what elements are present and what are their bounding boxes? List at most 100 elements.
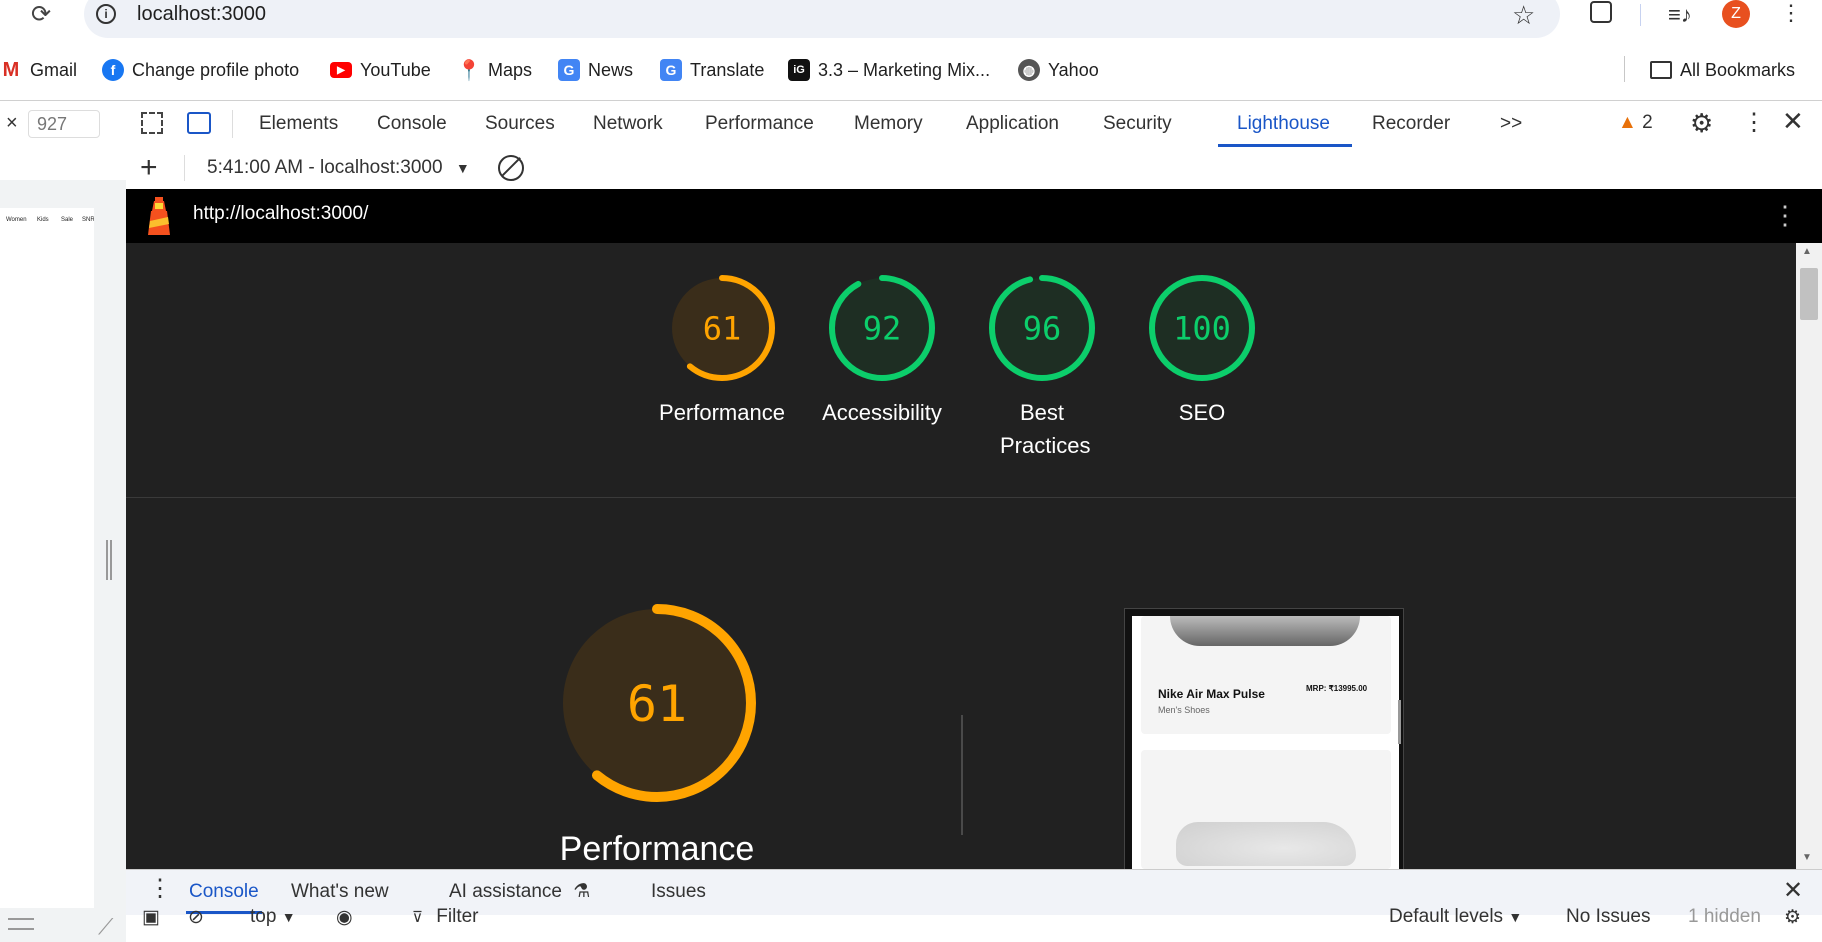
gauge-accessibility-score: 92: [863, 310, 902, 348]
bookmark-label: Gmail: [30, 59, 78, 80]
close-devtools-icon[interactable]: ✕: [1782, 106, 1804, 137]
preview-nav-link: Sale: [61, 217, 74, 223]
log-levels-selector[interactable]: Default levels ▼: [1389, 906, 1522, 928]
lighthouse-logo-icon: [148, 197, 170, 235]
gauge-accessibility[interactable]: 92: [829, 275, 935, 381]
bookmark-facebook[interactable]: f Change profile photo: [102, 52, 299, 88]
warning-icon: ▲: [1618, 112, 1637, 133]
tab-performance[interactable]: Performance: [705, 101, 814, 147]
bookmark-youtube[interactable]: ▶ YouTube: [330, 52, 431, 88]
bookmark-label: Maps: [488, 59, 533, 80]
drawer-menu-icon[interactable]: ⋮: [148, 874, 172, 903]
address-url[interactable]: localhost:3000: [137, 3, 266, 26]
extensions-icon[interactable]: [1590, 1, 1612, 23]
report-header: [126, 189, 1822, 243]
maps-pin-icon: 📍: [456, 59, 482, 82]
close-icon[interactable]: ×: [6, 112, 18, 135]
scrollbar-thumb[interactable]: [1800, 268, 1818, 320]
live-expression-icon[interactable]: ◉: [336, 906, 353, 929]
bookmark-label: News: [588, 59, 634, 80]
tab-elements[interactable]: Elements: [259, 101, 338, 147]
tab-security[interactable]: Security: [1103, 101, 1172, 147]
avatar[interactable]: Z: [1722, 0, 1750, 28]
resize-corner-icon[interactable]: ⟋: [98, 914, 113, 940]
product-price: MRP: ₹13995.00: [1306, 684, 1368, 693]
all-bookmarks-button[interactable]: All Bookmarks: [1650, 52, 1795, 88]
tab-recorder[interactable]: Recorder: [1372, 101, 1450, 147]
gauge-seo[interactable]: 100: [1149, 275, 1255, 381]
shoe-image: [1170, 616, 1360, 646]
gmail-icon: M: [2, 58, 20, 81]
device-toolbar-icon[interactable]: [187, 112, 211, 134]
devtools-menu-icon[interactable]: ⋮: [1742, 108, 1766, 137]
toolbar-divider: [184, 155, 185, 181]
section-divider: [126, 497, 1796, 498]
scroll-down-icon[interactable]: ▼: [1802, 852, 1812, 863]
report-selector[interactable]: 5:41:00 AM - localhost:3000 ▼: [207, 157, 470, 179]
folder-icon: [1650, 61, 1672, 79]
product-category: Men's Shoes: [1158, 705, 1210, 715]
bookmark-label: Translate: [690, 59, 765, 80]
gauge-performance[interactable]: 61: [669, 275, 775, 381]
big-gauge-performance[interactable]: 61: [558, 604, 756, 802]
bookmark-marketing-mix[interactable]: iG 3.3 – Marketing Mix...: [788, 52, 990, 88]
flask-icon: ⚗: [573, 881, 591, 902]
media-control-icon[interactable]: ≡♪: [1668, 2, 1692, 28]
console-settings-icon[interactable]: ⚙: [1784, 906, 1801, 929]
big-gauge-label: Performance: [559, 830, 755, 868]
bookmark-news[interactable]: G News: [558, 52, 633, 88]
translate-icon: G: [660, 59, 682, 81]
bookmarks-divider: [1624, 56, 1625, 82]
gauge-best-practices[interactable]: 96: [989, 275, 1095, 381]
bookmark-yahoo[interactable]: ◍ Yahoo: [1018, 52, 1099, 88]
issues-counter[interactable]: No Issues: [1566, 906, 1650, 928]
resize-handle[interactable]: [106, 540, 112, 580]
tab-application[interactable]: Application: [966, 101, 1059, 147]
device-toolbar: [0, 180, 126, 208]
bookmark-translate[interactable]: G Translate: [660, 52, 764, 88]
inspect-element-icon[interactable]: [141, 112, 163, 134]
filter-input[interactable]: ⊽ Filter: [412, 906, 479, 928]
tab-network[interactable]: Network: [593, 101, 663, 147]
site-info-icon[interactable]: i: [96, 4, 116, 24]
new-report-icon[interactable]: +: [140, 150, 158, 186]
reload-icon[interactable]: ⟳: [28, 2, 54, 28]
address-bar[interactable]: [84, 0, 1560, 38]
tab-console[interactable]: Console: [377, 101, 447, 147]
bookmark-gmail[interactable]: M Gmail: [0, 52, 77, 88]
context-selector[interactable]: top ▼: [250, 906, 296, 928]
all-bookmarks-label: All Bookmarks: [1680, 59, 1796, 80]
browser-menu-icon[interactable]: ⋮: [1780, 0, 1802, 26]
report-url[interactable]: http://localhost:3000/: [193, 203, 368, 225]
tab-sources[interactable]: Sources: [485, 101, 555, 147]
tab-memory[interactable]: Memory: [854, 101, 923, 147]
bookmark-label: Change profile photo: [132, 59, 300, 80]
more-tabs-button[interactable]: >>: [1500, 101, 1522, 147]
filter-icon: ⊽: [412, 909, 423, 926]
settings-gear-icon[interactable]: ⚙: [1690, 108, 1713, 139]
warnings-badge[interactable]: ▲ 2: [1618, 112, 1653, 134]
device-width-input[interactable]: 927: [28, 110, 100, 138]
news-icon: G: [558, 59, 580, 81]
drawer-tab-issues[interactable]: Issues: [651, 869, 706, 915]
page-preview: [0, 208, 94, 908]
close-drawer-icon[interactable]: ✕: [1783, 876, 1803, 905]
ig-icon: iG: [788, 59, 810, 81]
scroll-up-icon[interactable]: ▲: [1802, 246, 1812, 257]
bookmark-star-icon[interactable]: ☆: [1512, 0, 1535, 31]
sidebar-toggle-icon[interactable]: ▣: [142, 906, 160, 929]
screenshot-scrollbar: [1398, 700, 1401, 744]
report-menu-icon[interactable]: ⋮: [1772, 200, 1798, 231]
drag-handle-icon[interactable]: [8, 918, 34, 930]
report-scrollbar[interactable]: [1796, 243, 1822, 869]
filter-placeholder: Filter: [436, 906, 479, 927]
globe-icon: ◍: [1018, 59, 1040, 81]
tab-lighthouse[interactable]: Lighthouse: [1237, 101, 1330, 147]
warning-count: 2: [1642, 112, 1653, 133]
facebook-icon: f: [102, 59, 124, 81]
preview-nav-link: SNR: [82, 217, 95, 223]
shoe-image: [1176, 822, 1356, 866]
bookmark-maps[interactable]: 📍 Maps: [456, 52, 533, 88]
gauge-best-practices-score: 96: [1023, 310, 1062, 348]
clear-console-icon[interactable]: ⊘: [188, 906, 204, 929]
